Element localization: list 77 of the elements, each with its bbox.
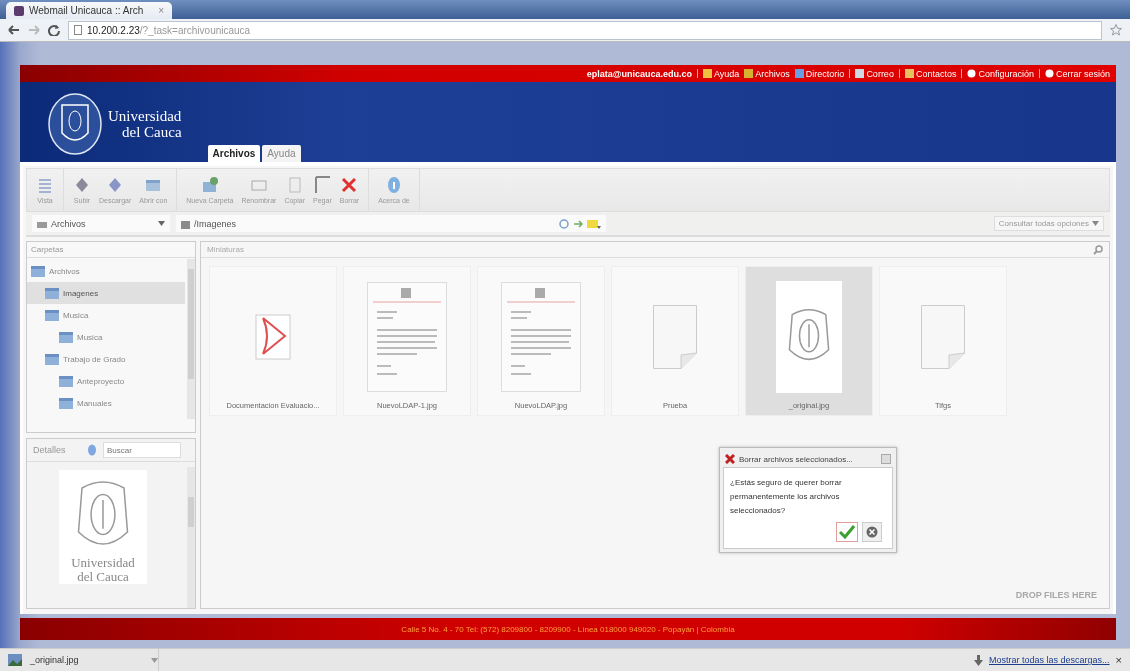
folder-item[interactable]: Trabajo de Grado [27, 348, 185, 370]
square-icon [703, 69, 712, 78]
close-icon[interactable]: × [158, 5, 164, 16]
download-item[interactable]: _original.jpg [8, 649, 159, 671]
header-link[interactable]: Ayuda [703, 68, 740, 79]
circle-icon [967, 69, 977, 78]
header-link[interactable]: Correo [855, 68, 894, 79]
page-icon [14, 5, 24, 16]
forward-icon [28, 25, 40, 35]
footer-text: Calle 5 No. 4 - 70 Tel: (572) 8209800 - 8209900 - Línea 018000 949020 - Popayán | Colombia [20, 618, 1116, 640]
square-icon [744, 69, 754, 78]
dialog-title: Borrar archivos seleccionados... [739, 454, 854, 464]
download-icon [974, 654, 983, 666]
tab-title: Webmail Unicauca :: Arch [29, 5, 145, 16]
circle-icon [1044, 69, 1054, 78]
options-dropdown[interactable]: Consultar todas opciones [993, 216, 1104, 231]
show-all-downloads-link[interactable]: Mostrar todas las descargas... [989, 655, 1110, 665]
preview-text: del Cauca [77, 570, 129, 584]
list-icon [36, 176, 54, 194]
delete-icon [340, 176, 359, 194]
image-file-icon [8, 654, 22, 666]
caret-icon [1092, 221, 1099, 226]
header-link[interactable]: Archivos [744, 68, 790, 79]
tab[interactable]: Ayuda [262, 145, 301, 162]
logo-text: Universidad [108, 108, 182, 124]
caret-icon [158, 221, 165, 226]
page-icon [74, 25, 82, 35]
crest-icon [48, 93, 102, 155]
arrow-icon [573, 218, 583, 229]
panel-title: Detalles [33, 445, 67, 455]
bracket-icon [313, 176, 332, 194]
panel-title: Miniaturas [207, 245, 244, 254]
logo-text: del Cauca [121, 124, 182, 140]
panel-title: Carpetas [27, 242, 195, 258]
back-icon [8, 25, 20, 35]
square-icon [855, 69, 865, 78]
folder-item[interactable]: Archivos [27, 260, 185, 282]
square-icon [904, 69, 914, 78]
drive-dropdown[interactable]: Archivos [32, 215, 170, 232]
cancel-icon [866, 526, 878, 538]
document-icon [367, 282, 447, 392]
folder-item[interactable]: Manuales [27, 392, 185, 414]
search-icon [1093, 244, 1103, 255]
drop-hint: DROP FILES HERE [1015, 590, 1097, 600]
close-icon [881, 454, 891, 464]
delete-icon [725, 454, 735, 464]
header-link[interactable]: Configuración [967, 68, 1034, 79]
user-email: eplata@unicauca.edu.co [586, 68, 692, 79]
diamond-icon [73, 176, 91, 194]
header-link[interactable]: Directorio [794, 68, 845, 79]
refresh-icon [559, 218, 569, 229]
file-icon [653, 305, 697, 369]
cancel-button[interactable] [862, 522, 882, 542]
file-icon [921, 305, 965, 369]
folder-item[interactable]: Anteproyecto [27, 370, 185, 392]
url-text: 10.200.2.23/?_task=archivounicauca [87, 24, 251, 36]
folder-item[interactable]: Imagenes [27, 282, 185, 304]
caret-icon [151, 657, 158, 663]
folder-item[interactable]: Musica [27, 326, 185, 348]
tab[interactable]: Archivos [207, 145, 261, 162]
address-field[interactable]: 10.200.2.23/?_task=archivounicauca [68, 20, 1102, 40]
header-link[interactable]: Cerrar sesión [1044, 68, 1110, 79]
confirm-button[interactable] [836, 522, 858, 542]
folder-item[interactable]: Musica [27, 304, 185, 326]
path-field[interactable]: /Imagenes [176, 215, 606, 232]
reload-icon [48, 24, 60, 36]
check-icon [839, 525, 855, 539]
header-link[interactable]: Contactos [904, 68, 957, 79]
pdf-icon [255, 314, 291, 360]
document-icon [501, 282, 581, 392]
square-icon [794, 69, 804, 78]
search-field[interactable]: Buscar [103, 442, 181, 458]
dialog-message: ¿Estás seguro de querer borrar permanentemente los archivos seleccionados? [730, 477, 843, 517]
browser-tab[interactable]: Webmail Unicauca :: Arch × [6, 2, 172, 19]
star-icon [1110, 24, 1122, 36]
close-icon[interactable]: × [1115, 654, 1122, 666]
preview-text: Universidad [71, 556, 135, 570]
